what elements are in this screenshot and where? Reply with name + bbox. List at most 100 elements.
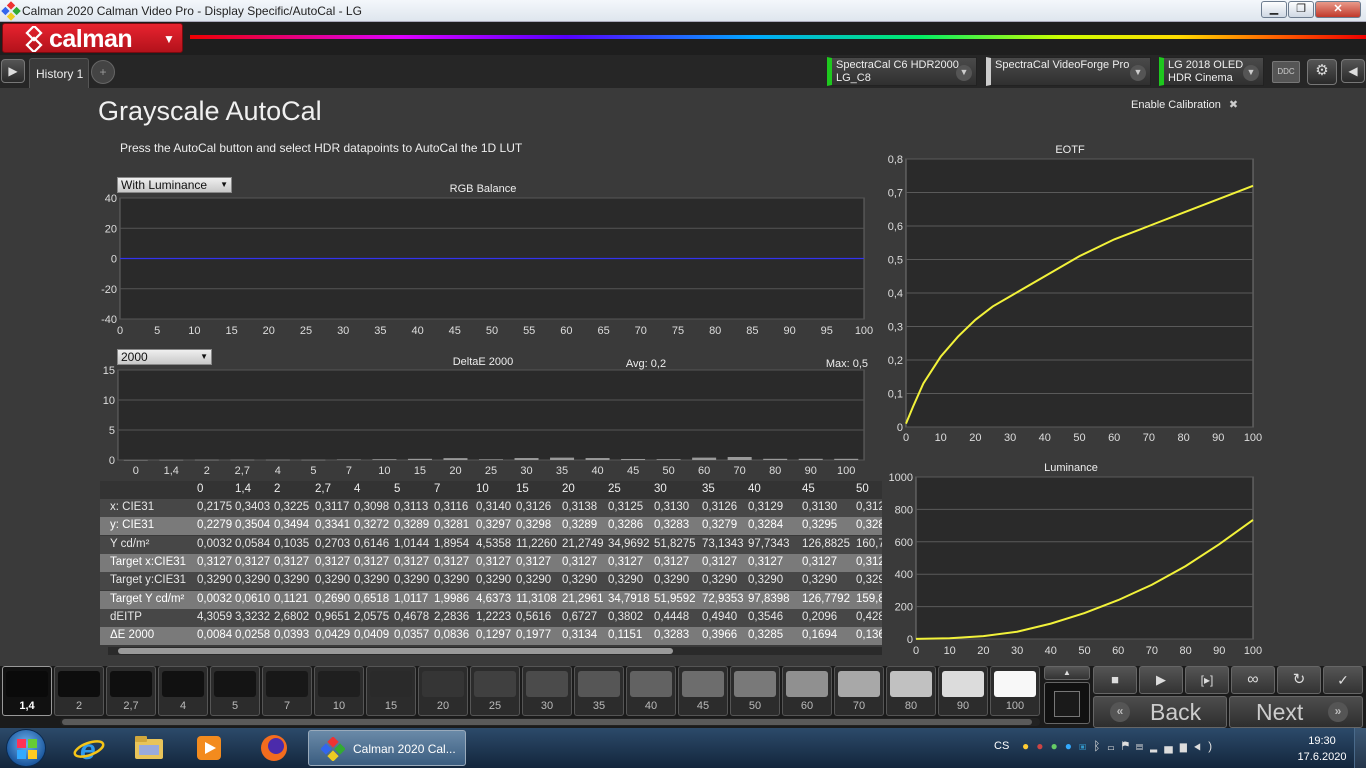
minimize-button[interactable]: ▁ [1261,1,1287,18]
autocal-button[interactable]: ↻ [1277,666,1321,694]
patch-item[interactable]: 90 [938,666,988,716]
source-device-selector[interactable]: SpectraCal VideoForge Pro ▼ [986,57,1151,86]
read-button[interactable]: ▶ [1139,666,1183,694]
table-horizontal-scrollbar[interactable] [108,647,882,655]
patch-label: 10 [332,700,346,712]
collapse-panel-button[interactable]: ◀ [1341,59,1365,83]
table-row[interactable]: Target x:CIE31 0,3127 0,3127 0,3127 0,3127 0,… [100,553,882,572]
scrollbar-thumb[interactable] [62,719,1032,725]
patch-item[interactable]: 20 [418,666,468,716]
patch-item[interactable]: 7 [262,666,312,716]
windows-logo-icon [17,739,37,759]
show-desktop-button[interactable] [1354,728,1366,768]
patch-item[interactable]: 100 [990,666,1040,716]
clock[interactable]: 19:30 17.6.2020 [1296,733,1348,765]
firefox-icon[interactable] [257,733,291,763]
table-cell: 0,3127 [748,555,784,568]
patch-item[interactable]: 60 [782,666,832,716]
patch-item[interactable]: 35 [574,666,624,716]
scrollbar-thumb[interactable] [118,648,673,654]
x-tick-label: 80 [769,465,781,477]
table-row[interactable]: Target Y cd/m² 0,0032 0,0610 0,1121 0,2690 0,… [100,590,882,609]
patch-label: 60 [800,700,814,712]
tray-app2-icon[interactable]: ▤ [1136,739,1150,753]
patch-item[interactable]: 25 [470,666,520,716]
tray-ccleaner-icon[interactable]: ● [1036,739,1050,753]
patch-item[interactable]: 2,7 [106,666,156,716]
table-cell: 0,0610 [235,592,271,605]
current-patch-preview[interactable] [1044,682,1090,724]
table-cell: 0,3290 [235,574,271,587]
tray-app-icon[interactable]: ● [1051,739,1065,753]
patch-item[interactable]: 50 [730,666,780,716]
y-tick-label: 0,3 [888,322,903,334]
y-tick-label: 0,4 [888,288,903,300]
continuous-read-button[interactable]: ∞ [1231,666,1275,694]
table-row[interactable]: dEITP 4,3059 3,3232 2,6802 0,9651 2,0575 0,467… [100,608,882,627]
patch-item[interactable]: 80 [886,666,936,716]
patch-item[interactable]: 15 [366,666,416,716]
maximize-button[interactable]: ❐ [1288,1,1314,18]
speaker-icon[interactable]: ◀) [1194,739,1219,753]
patch-item[interactable]: 2 [54,666,104,716]
internet-explorer-icon[interactable]: e [72,733,106,765]
table-cell: 0,3127 [702,555,738,568]
start-button[interactable] [6,729,46,767]
flag-icon[interactable]: ⚑ [1122,739,1136,753]
patch-item[interactable]: 40 [626,666,676,716]
table-cell: 4,6373 [476,592,512,605]
tray-sound-app-icon[interactable]: ● [1022,739,1036,753]
patch-scroll-up-button[interactable]: ▲ [1044,666,1090,680]
patch-swatch [630,671,672,697]
bluetooth-icon[interactable]: ᛒ [1093,739,1107,753]
patch-item[interactable]: 45 [678,666,728,716]
deltae-formula-dropdown[interactable]: 2000 ▼ [117,349,212,365]
play-sidebar-button[interactable]: ▶ [1,59,25,83]
y-tick-label: 0,7 [888,188,903,200]
table-row[interactable]: y: CIE31 0,2279 0,3504 0,3494 0,3341 0,3272 0,… [100,517,882,536]
close-button[interactable]: ✕ [1315,1,1361,18]
table-row[interactable]: x: CIE31 0,2175 0,3403 0,3225 0,3117 0,3098 0,… [100,499,882,517]
patch-item[interactable]: 70 [834,666,884,716]
x-tick-label: 70 [1146,645,1158,657]
patch-item[interactable]: 4 [158,666,208,716]
add-tab-button[interactable]: + [91,60,115,84]
display-device-selector[interactable]: LG 2018 OLED HDR Cinema ▼ [1159,57,1264,86]
language-indicator[interactable]: CS [994,740,1009,752]
close-icon[interactable]: ✖ [1229,99,1238,111]
patch-item[interactable]: 10 [314,666,364,716]
column-header: 0 [197,483,204,495]
stop-button[interactable]: ■ [1093,666,1137,694]
meter-device-selector[interactable]: SpectraCal C6 HDR2000 LG_C8 ▼ [827,57,977,86]
table-row[interactable]: Y cd/m² 0,0032 0,0584 0,1035 0,2703 0,6146 1,0… [100,535,882,554]
table-cell: 0,3290 [562,574,598,587]
table-row[interactable]: ΔE 2000 0,0084 0,0258 0,0393 0,0429 0,0409 0,0… [100,627,882,646]
confirm-button[interactable]: ✓ [1323,666,1363,694]
calman-menu-button[interactable]: calman ▼ [2,23,183,53]
calman-taskbar-button[interactable]: Calman 2020 Cal... [308,730,466,766]
read-series-button[interactable]: [▸] [1185,666,1229,694]
x-tick-label: 4 [275,465,281,477]
ddc-button[interactable]: DDC [1272,61,1300,83]
table-row[interactable]: Target y:CIE31 0,3290 0,3290 0,3290 0,3290 0,… [100,572,882,591]
tray-calendar-icon[interactable]: ▣ [1079,739,1093,753]
patch-item[interactable]: 30 [522,666,572,716]
settings-button[interactable]: ⚙ [1307,59,1337,85]
tray-edge-icon[interactable]: ● [1065,739,1079,753]
back-button[interactable]: « Back [1093,696,1227,728]
patch-item[interactable]: 5 [210,666,260,716]
column-header: 45 [802,483,815,495]
file-explorer-icon[interactable] [132,733,166,763]
signal-icon[interactable]: ▂▄▆ [1150,739,1194,753]
x-tick-label: 50 [662,465,674,477]
tab-history-1[interactable]: History 1 [29,58,89,88]
media-player-icon[interactable] [192,733,226,763]
display-icon[interactable]: ▭ [1107,739,1121,753]
patch-current[interactable]: 1,4 [2,666,52,716]
x-tick-label: 100 [1244,432,1262,444]
enable-calibration-toggle[interactable]: Enable Calibration ✖ [1131,98,1238,111]
next-button[interactable]: Next » [1229,696,1363,728]
deltae-bar [407,458,432,460]
column-header: 25 [608,483,621,495]
patch-scrollbar[interactable] [60,718,1040,726]
